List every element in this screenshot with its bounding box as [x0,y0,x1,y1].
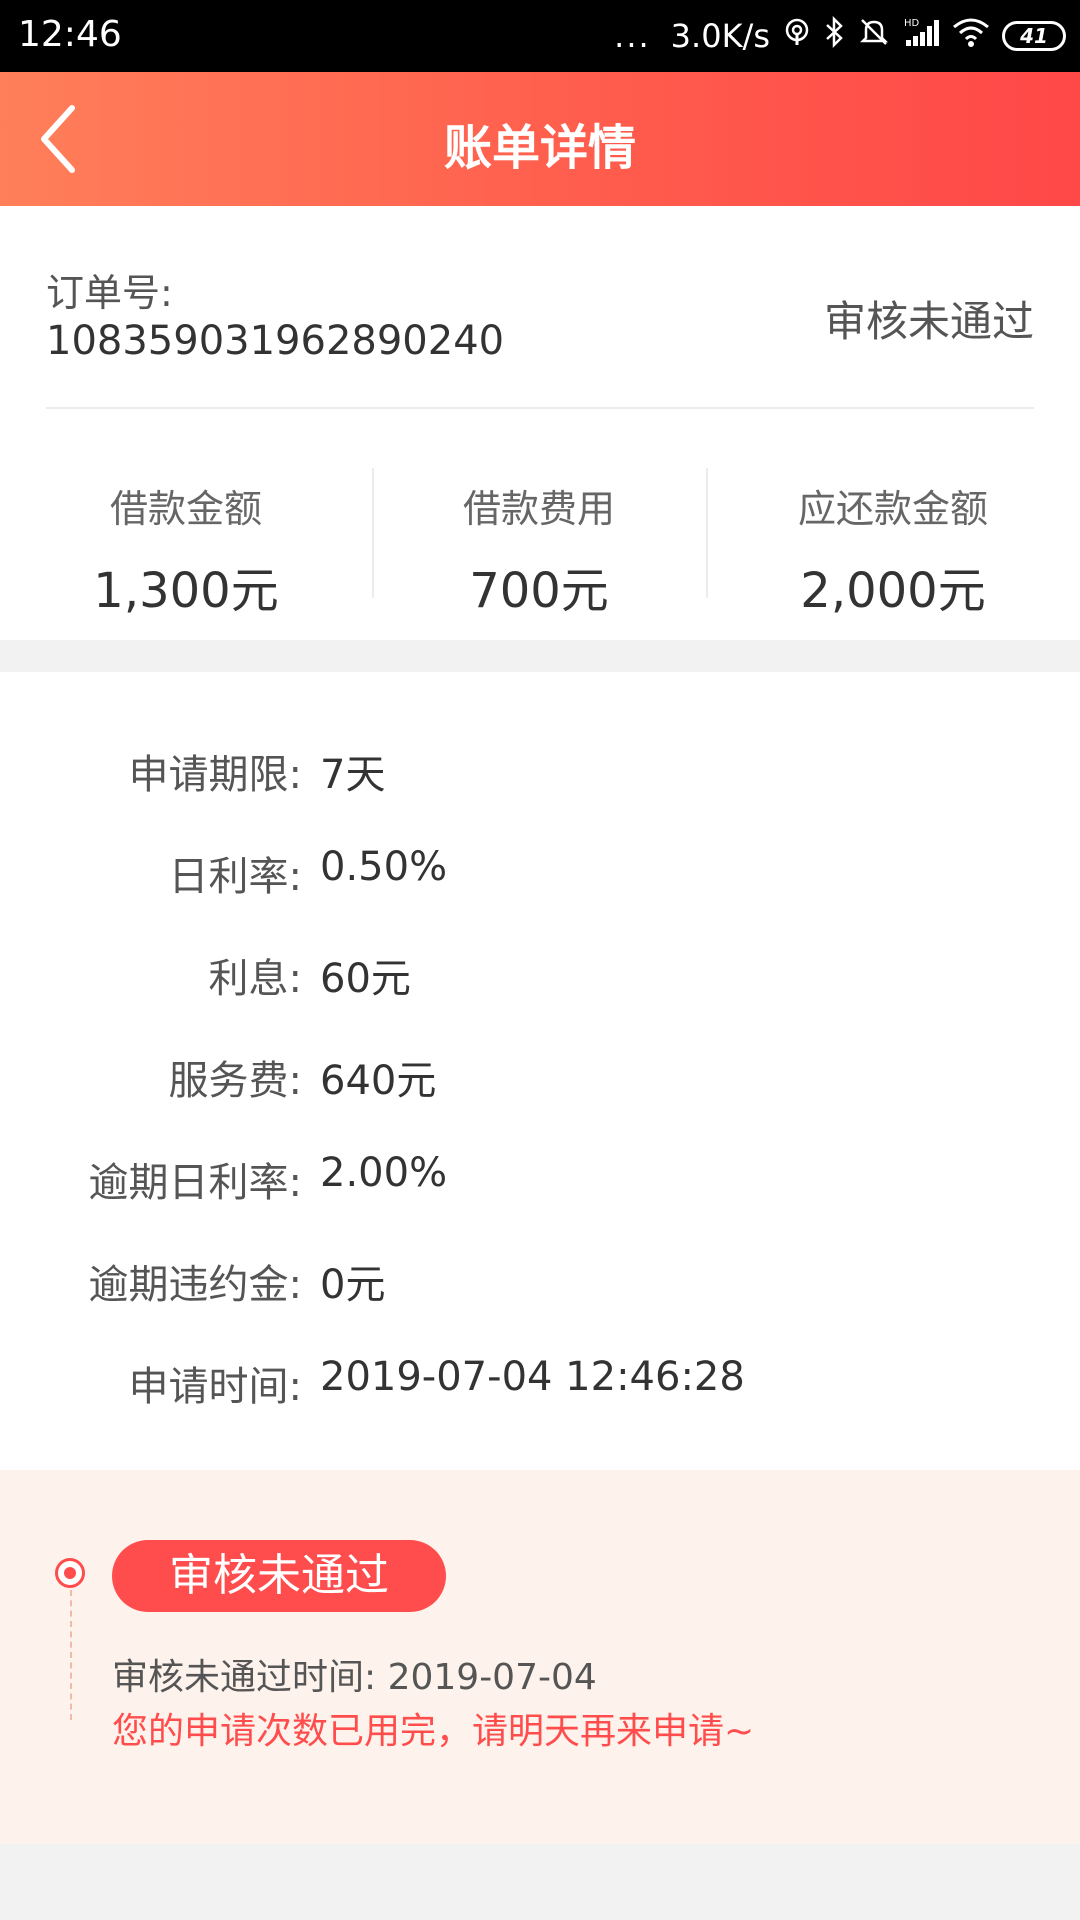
svg-text:HD: HD [904,18,920,29]
detail-value: 0元 [320,1262,386,1308]
summary-label: 应还款金额 [797,487,988,531]
detail-label: 申请时间: [128,1364,302,1410]
summary-value: 700元 [469,563,609,619]
detail-value: 2019-07-04 12:46:28 [320,1354,745,1400]
hotspot-icon [782,17,812,55]
detail-value: 60元 [320,956,411,1002]
amount-summary: 借款金额 1,300元 借款费用 700元 应还款金额 2,000元 [0,468,1080,619]
review-time: 审核未通过时间: 2019-07-04 [112,1657,597,1698]
detail-row-service-fee: 服务费: 640元 [0,1048,1080,1108]
summary-repay-amount: 应还款金额 2,000元 [706,468,1080,619]
detail-row-term: 申请期限: 7天 [0,742,1080,802]
app-header: 账单详情 [0,72,1080,206]
loan-details-card: 申请期限: 7天 日利率: 0.50% 利息: 60元 服务费: 640元 逾期… [0,672,1080,1470]
clock: 12:46 [18,14,122,55]
detail-value: 0.50% [320,844,448,890]
summary-loan-amount: 借款金额 1,300元 [0,468,372,619]
timeline-line [70,1590,72,1720]
order-number-label: 订单号: [46,271,173,315]
detail-row-interest: 利息: 60元 [0,946,1080,1006]
order-summary-card: 订单号: 108359031962890240 审核未通过 借款金额 1,300… [0,206,1080,640]
summary-label: 借款金额 [109,487,262,531]
summary-label: 借款费用 [462,487,615,531]
detail-label: 逾期日利率: [88,1160,302,1206]
detail-label: 申请期限: [128,752,302,798]
detail-label: 服务费: [168,1058,302,1104]
page-title: 账单详情 [443,120,636,176]
summary-loan-fee: 借款费用 700元 [372,468,706,619]
more-notifications-icon: ... [614,17,651,55]
review-message: 您的申请次数已用完，请明天再来申请~ [112,1711,755,1752]
divider [46,407,1034,409]
mute-icon [858,16,890,56]
detail-value: 2.00% [320,1150,448,1196]
summary-value: 1,300元 [93,563,279,619]
detail-label: 逾期违约金: [88,1262,302,1308]
detail-row-apply-time: 申请时间: 2019-07-04 12:46:28 [0,1354,1080,1414]
detail-row-daily-rate: 日利率: 0.50% [0,844,1080,904]
summary-value: 2,000元 [800,563,986,619]
network-speed: 3.0K/s [670,17,770,55]
status-icons: ... 3.0K/s HD 41 [614,12,1066,60]
detail-row-overdue-rate: 逾期日利率: 2.00% [0,1150,1080,1210]
detail-value: 640元 [320,1058,437,1104]
wifi-icon [952,17,990,55]
review-status-badge: 审核未通过 [112,1540,446,1612]
signal-icon: HD [902,16,940,56]
detail-label: 日利率: [168,854,302,900]
battery-icon: 41 [1002,21,1066,51]
order-status-text: 审核未通过 [823,297,1034,346]
detail-value: 7天 [320,752,386,798]
review-status-card: 审核未通过 审核未通过时间: 2019-07-04 您的申请次数已用完，请明天再… [0,1470,1080,1844]
timeline-dot-icon [55,1558,85,1588]
bluetooth-icon [824,15,846,56]
detail-label: 利息: [208,956,302,1002]
detail-row-overdue-penalty: 逾期违约金: 0元 [0,1252,1080,1312]
order-number-value: 108359031962890240 [46,318,505,364]
system-status-bar: 12:46 ... 3.0K/s HD 41 [0,0,1080,72]
